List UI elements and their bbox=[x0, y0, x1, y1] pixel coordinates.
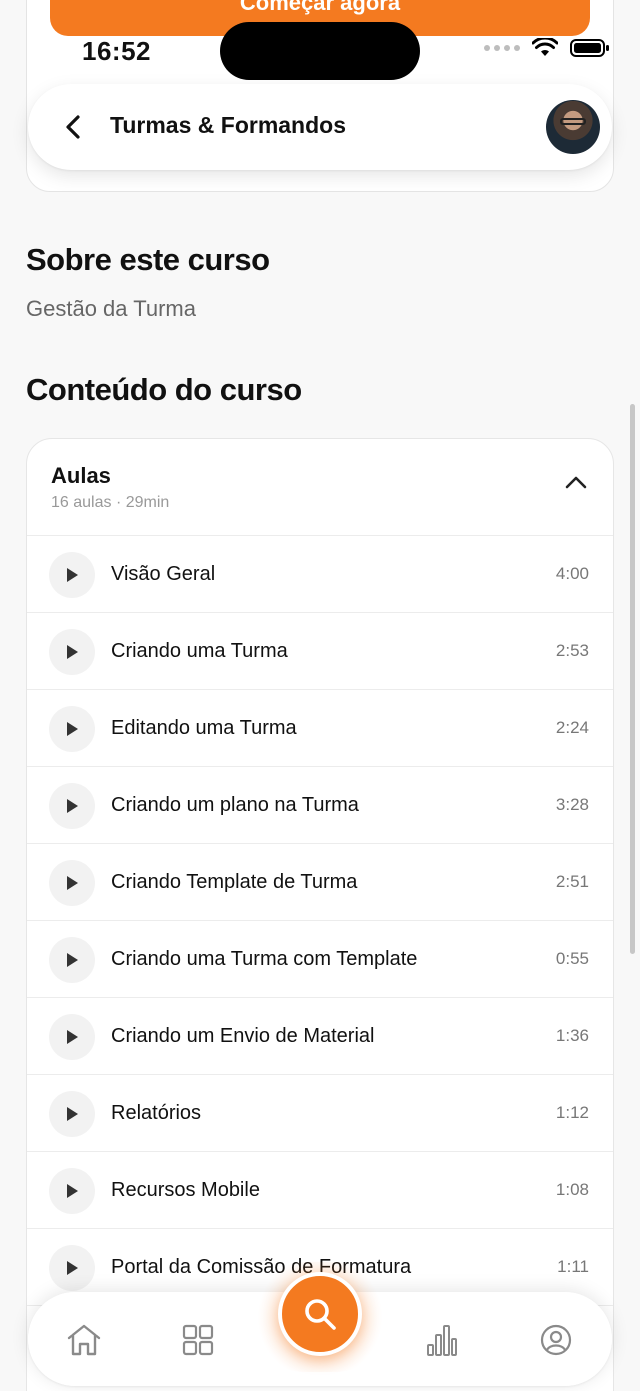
chevron-left-icon bbox=[66, 115, 80, 139]
screen: Começar agora 16:52 Turmas & Formandos S… bbox=[0, 0, 640, 1391]
tab-catalog[interactable] bbox=[178, 1320, 218, 1360]
lesson-title: Visão Geral bbox=[111, 563, 216, 585]
back-button[interactable] bbox=[58, 112, 88, 142]
play-icon bbox=[67, 953, 78, 967]
play-button[interactable] bbox=[49, 783, 95, 829]
tab-home[interactable] bbox=[64, 1320, 104, 1360]
lesson-duration: 2:51 bbox=[555, 872, 589, 891]
lesson-duration: 1:36 bbox=[555, 1026, 589, 1045]
play-icon bbox=[67, 799, 78, 813]
battery-icon bbox=[570, 39, 609, 57]
lesson-list: Visão Geral 4:00 Criando uma Turma 2:53 … bbox=[27, 536, 613, 1306]
top-nav-bar: Turmas & Formandos bbox=[28, 84, 612, 170]
tab-stats[interactable] bbox=[422, 1320, 462, 1360]
content-heading: Conteúdo do curso bbox=[26, 372, 302, 407]
lesson-duration: 1:12 bbox=[555, 1103, 589, 1122]
lesson-title: Criando uma Turma bbox=[111, 640, 288, 662]
home-icon bbox=[67, 1324, 101, 1356]
lesson-title: Criando Template de Turma bbox=[111, 871, 358, 893]
lesson-duration: 2:24 bbox=[555, 718, 589, 737]
scrollbar[interactable] bbox=[630, 404, 635, 954]
search-icon bbox=[305, 1299, 336, 1330]
play-icon bbox=[67, 1030, 78, 1044]
status-indicators bbox=[484, 38, 610, 58]
dynamic-island bbox=[220, 22, 420, 80]
grid-icon bbox=[182, 1324, 214, 1356]
start-now-label: Começar agora bbox=[239, 0, 401, 15]
play-icon bbox=[67, 1261, 78, 1275]
lessons-title: Aulas bbox=[51, 463, 111, 488]
avatar[interactable] bbox=[546, 100, 600, 154]
chevron-up-icon[interactable] bbox=[565, 475, 587, 489]
play-button[interactable] bbox=[49, 629, 95, 675]
about-heading: Sobre este curso bbox=[26, 242, 270, 277]
lesson-item[interactable]: Visão Geral 4:00 bbox=[27, 536, 613, 613]
lesson-item[interactable]: Criando um plano na Turma 3:28 bbox=[27, 767, 613, 844]
lesson-title: Criando um plano na Turma bbox=[111, 794, 359, 816]
lesson-item[interactable]: Editando uma Turma 2:24 bbox=[27, 690, 613, 767]
lesson-title: Criando um Envio de Material bbox=[111, 1025, 375, 1047]
status-time: 16:52 bbox=[82, 36, 151, 66]
play-button[interactable] bbox=[49, 937, 95, 983]
play-button[interactable] bbox=[49, 1014, 95, 1060]
lesson-duration: 1:08 bbox=[555, 1180, 589, 1199]
wifi-icon bbox=[532, 38, 558, 56]
lesson-item[interactable]: Relatórios 1:12 bbox=[27, 1075, 613, 1152]
about-text: Gestão da Turma bbox=[26, 296, 196, 321]
lesson-duration: 1:11 bbox=[557, 1257, 589, 1276]
play-icon bbox=[67, 1107, 78, 1121]
lesson-duration: 3:28 bbox=[555, 795, 589, 814]
lesson-title: Relatórios bbox=[111, 1102, 202, 1124]
lesson-title: Recursos Mobile bbox=[111, 1179, 260, 1201]
play-button[interactable] bbox=[49, 1091, 95, 1137]
profile-icon bbox=[540, 1324, 572, 1356]
lessons-card: Aulas 16 aulas · 29min Visão Geral 4:00 … bbox=[26, 438, 614, 1391]
lesson-item[interactable]: Criando Template de Turma 2:51 bbox=[27, 844, 613, 921]
play-button[interactable] bbox=[49, 1168, 95, 1214]
play-button[interactable] bbox=[49, 552, 95, 598]
tab-profile[interactable] bbox=[536, 1320, 576, 1360]
play-button[interactable] bbox=[49, 1245, 95, 1291]
lessons-summary: 16 aulas · 29min bbox=[51, 494, 170, 511]
lesson-item[interactable]: Criando um Envio de Material 1:36 bbox=[27, 998, 613, 1075]
lesson-title: Editando uma Turma bbox=[111, 717, 297, 739]
lesson-duration: 4:00 bbox=[555, 564, 589, 583]
lessons-accordion-header[interactable]: Aulas 16 aulas · 29min bbox=[27, 439, 613, 536]
lesson-title: Criando uma Turma com Template bbox=[111, 948, 418, 970]
play-button[interactable] bbox=[49, 706, 95, 752]
play-icon bbox=[67, 722, 78, 736]
lesson-item[interactable]: Criando uma Turma com Template 0:55 bbox=[27, 921, 613, 998]
play-button[interactable] bbox=[49, 860, 95, 906]
lesson-item[interactable]: Recursos Mobile 1:08 bbox=[27, 1152, 613, 1229]
play-icon bbox=[67, 568, 78, 582]
chart-icon bbox=[427, 1325, 457, 1356]
play-icon bbox=[67, 1184, 78, 1198]
cellular-signal-icon bbox=[484, 45, 520, 51]
lesson-item[interactable]: Criando uma Turma 2:53 bbox=[27, 613, 613, 690]
play-icon bbox=[67, 645, 78, 659]
lesson-duration: 2:53 bbox=[555, 641, 589, 660]
search-button[interactable] bbox=[278, 1272, 362, 1356]
lesson-duration: 0:55 bbox=[555, 949, 589, 968]
page-title: Turmas & Formandos bbox=[110, 112, 346, 138]
play-icon bbox=[67, 876, 78, 890]
